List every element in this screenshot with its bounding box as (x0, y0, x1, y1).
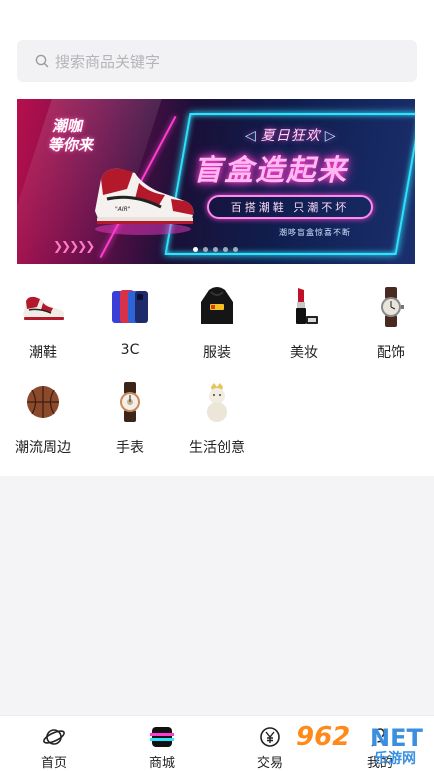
figurine-icon (194, 379, 240, 425)
tab-label: 首页 (40, 756, 67, 771)
carousel-dot[interactable] (203, 247, 208, 252)
hoodie-icon (194, 284, 240, 330)
carousel-dot[interactable] (193, 247, 198, 252)
site-watermark: 962 NET 乐游网 (296, 722, 432, 768)
tab-label: 商城 (148, 756, 175, 771)
category-label: 潮鞋 (29, 345, 57, 361)
sneaker-image: "AIR" (95, 168, 194, 235)
category-label: 手表 (116, 440, 144, 456)
category-item[interactable]: 3C (87, 284, 173, 358)
watermark-number: 962 (296, 722, 351, 752)
search-placeholder: 搜索商品关键字 (55, 52, 161, 71)
category-item[interactable]: 配饰 (348, 284, 434, 362)
banner-subtitle: ◁ 夏日狂欢 ▷ (245, 128, 337, 144)
basketball-icon (20, 379, 66, 425)
mall-icon (149, 724, 175, 750)
banner-tag-line1: 潮咖 (51, 117, 86, 135)
home-planet-icon (41, 724, 67, 750)
category-item[interactable]: 美妆 (261, 284, 347, 362)
carousel-dot[interactable] (233, 247, 238, 252)
carousel-dot[interactable] (213, 247, 218, 252)
banner-main-title: 盲盒造起来 (193, 153, 349, 187)
category-item[interactable]: 潮鞋 (0, 284, 86, 362)
promo-banner[interactable]: 潮咖 等你来 "AIR" ◁ 夏日狂欢 ▷ 盲盒造起来 百搭潮鞋 只潮不坏 潮哆盲盒… (17, 99, 415, 264)
category-item[interactable]: 手表 (87, 379, 173, 457)
watch-icon (368, 284, 414, 330)
category-label: 服装 (203, 345, 231, 361)
category-label: 潮流周边 (15, 440, 71, 456)
carousel-dot[interactable] (223, 247, 228, 252)
yuan-exchange-icon (257, 724, 283, 750)
banner-subtitle-text: 夏日狂欢 (260, 128, 321, 144)
category-label: 配饰 (377, 345, 405, 361)
chevrons-decoration: ❯❯❯❯❯ (53, 239, 95, 253)
category-item[interactable]: 服装 (174, 284, 260, 362)
sneaker-icon (20, 284, 66, 330)
watermark-site-name: 乐游网 (374, 751, 416, 767)
banner-pill: 百搭潮鞋 只潮不坏 (207, 195, 373, 219)
category-label: 生活创意 (189, 440, 245, 456)
sneaker-text: "AIR" (115, 206, 131, 213)
category-label: 美妆 (290, 345, 318, 361)
tab-home[interactable]: 首页 (0, 716, 108, 771)
category-item[interactable]: 潮流周边 (0, 379, 86, 457)
wristwatch-icon (107, 379, 153, 425)
tab-mall[interactable]: 商城 (108, 716, 216, 771)
search-icon (35, 54, 49, 68)
phone-icon (107, 284, 153, 330)
content-top-panel: 搜索商品关键字 潮咖 等你来 "AIR" ◁ 夏日狂欢 ▷ 盲盒造起来 百搭潮鞋 只… (0, 0, 434, 476)
carousel-indicators (193, 247, 238, 252)
category-label: 3C (120, 342, 140, 358)
lipstick-icon (281, 284, 327, 330)
banner-small-text: 潮哆盲盒惊喜不断 (279, 228, 351, 237)
search-bar[interactable]: 搜索商品关键字 (17, 40, 417, 82)
category-item[interactable]: 生活创意 (174, 379, 260, 457)
